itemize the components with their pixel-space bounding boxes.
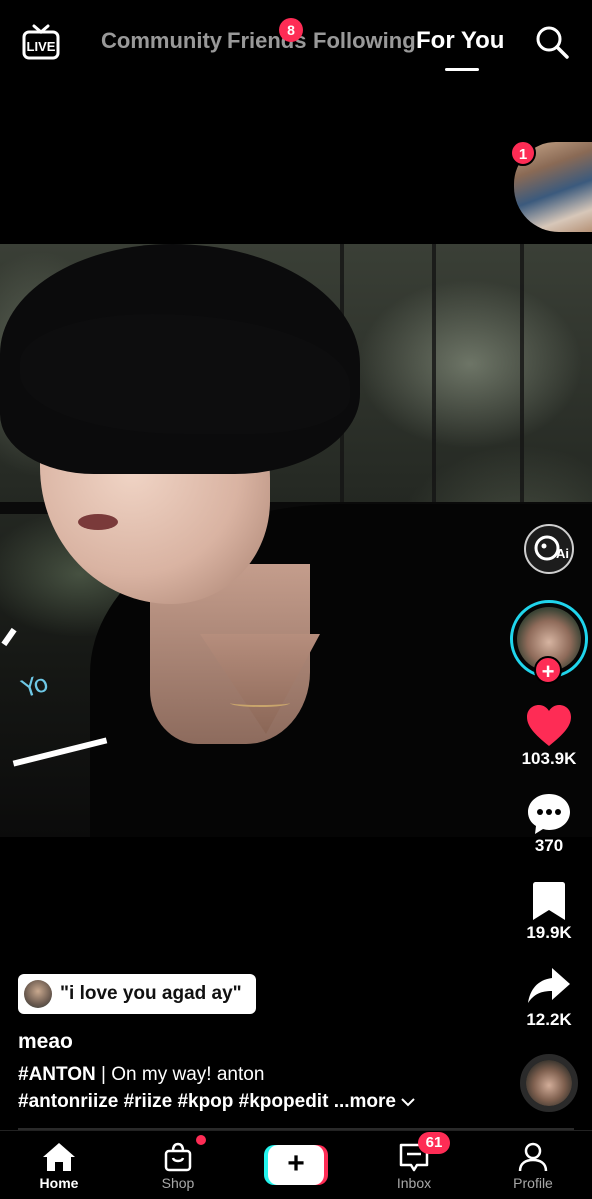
active-tab-indicator	[445, 68, 479, 71]
home-icon	[43, 1143, 75, 1171]
like-heart-icon[interactable]	[526, 704, 572, 748]
search-icon[interactable]	[534, 24, 570, 60]
ai-label: Ai	[556, 546, 569, 561]
music-disc[interactable]	[520, 1054, 578, 1112]
video-sticker-text: Yo	[18, 668, 52, 704]
nav-home-label: Home	[39, 1175, 79, 1191]
person-necklace	[230, 699, 290, 707]
tab-community[interactable]: Community	[101, 28, 222, 54]
caption-text: | On my way! anton	[95, 1064, 265, 1085]
video-player[interactable]: Yo	[0, 244, 592, 837]
share-count: 12.2K	[526, 1010, 572, 1029]
comment-count: 370	[534, 836, 564, 855]
live-label: LIVE	[27, 39, 56, 54]
more-link[interactable]: ...more	[334, 1091, 396, 1112]
profile-icon	[518, 1142, 548, 1172]
sticker-stroke	[1, 627, 17, 647]
share-icon[interactable]	[526, 965, 572, 1009]
nav-home[interactable]: Home	[9, 1131, 109, 1199]
ai-effect-icon[interactable]: Ai	[524, 524, 574, 574]
nav-profile-label: Profile	[513, 1175, 553, 1191]
nav-inbox-label: Inbox	[396, 1175, 432, 1191]
lyric-text: "i love you agad ay"	[60, 983, 242, 1004]
chevron-down-icon[interactable]	[401, 1097, 415, 1107]
caption-hashtag[interactable]: #ANTON	[18, 1064, 96, 1085]
friends-badge: 8	[279, 18, 303, 42]
live-icon[interactable]: LIVE	[22, 24, 60, 60]
caption-hashtags[interactable]: #antonriize #riize #kpop #kpopedit	[18, 1091, 328, 1112]
comment-icon[interactable]	[526, 792, 572, 836]
nav-shop[interactable]: Shop	[128, 1131, 228, 1199]
save-count: 19.9K	[526, 923, 572, 942]
creator-username[interactable]: meao	[18, 1030, 73, 1054]
nav-shop-label: Shop	[161, 1175, 195, 1191]
person-mouth	[78, 514, 118, 530]
create-button[interactable]: +	[264, 1145, 328, 1185]
caption-hashtags-line: #antonriize #riize #kpop #kpopedit ...mo…	[18, 1091, 415, 1113]
music-disc-image	[526, 1060, 572, 1106]
follow-button[interactable]: +	[534, 656, 562, 684]
tab-following[interactable]: Following	[313, 28, 416, 54]
like-count: 103.9K	[521, 749, 577, 768]
nav-profile[interactable]: Profile	[483, 1131, 583, 1199]
shopping-bag-icon	[164, 1142, 192, 1172]
background-panel-divider	[432, 244, 436, 504]
tab-for-you[interactable]: For You	[416, 27, 504, 55]
background-panel-divider	[520, 244, 524, 504]
top-navigation: LIVE Community Friends 8 Following For Y…	[0, 0, 592, 90]
inbox-badge: 61	[418, 1132, 450, 1154]
story-badge: 1	[510, 140, 536, 166]
lyric-thumbnail	[24, 980, 52, 1008]
lyric-sticker[interactable]: "i love you agad ay"	[18, 974, 256, 1014]
plus-icon: +	[268, 1145, 324, 1185]
bookmark-icon[interactable]	[526, 880, 572, 924]
caption-line: #ANTON | On my way! anton	[18, 1064, 264, 1086]
shop-notification-dot	[196, 1135, 206, 1145]
